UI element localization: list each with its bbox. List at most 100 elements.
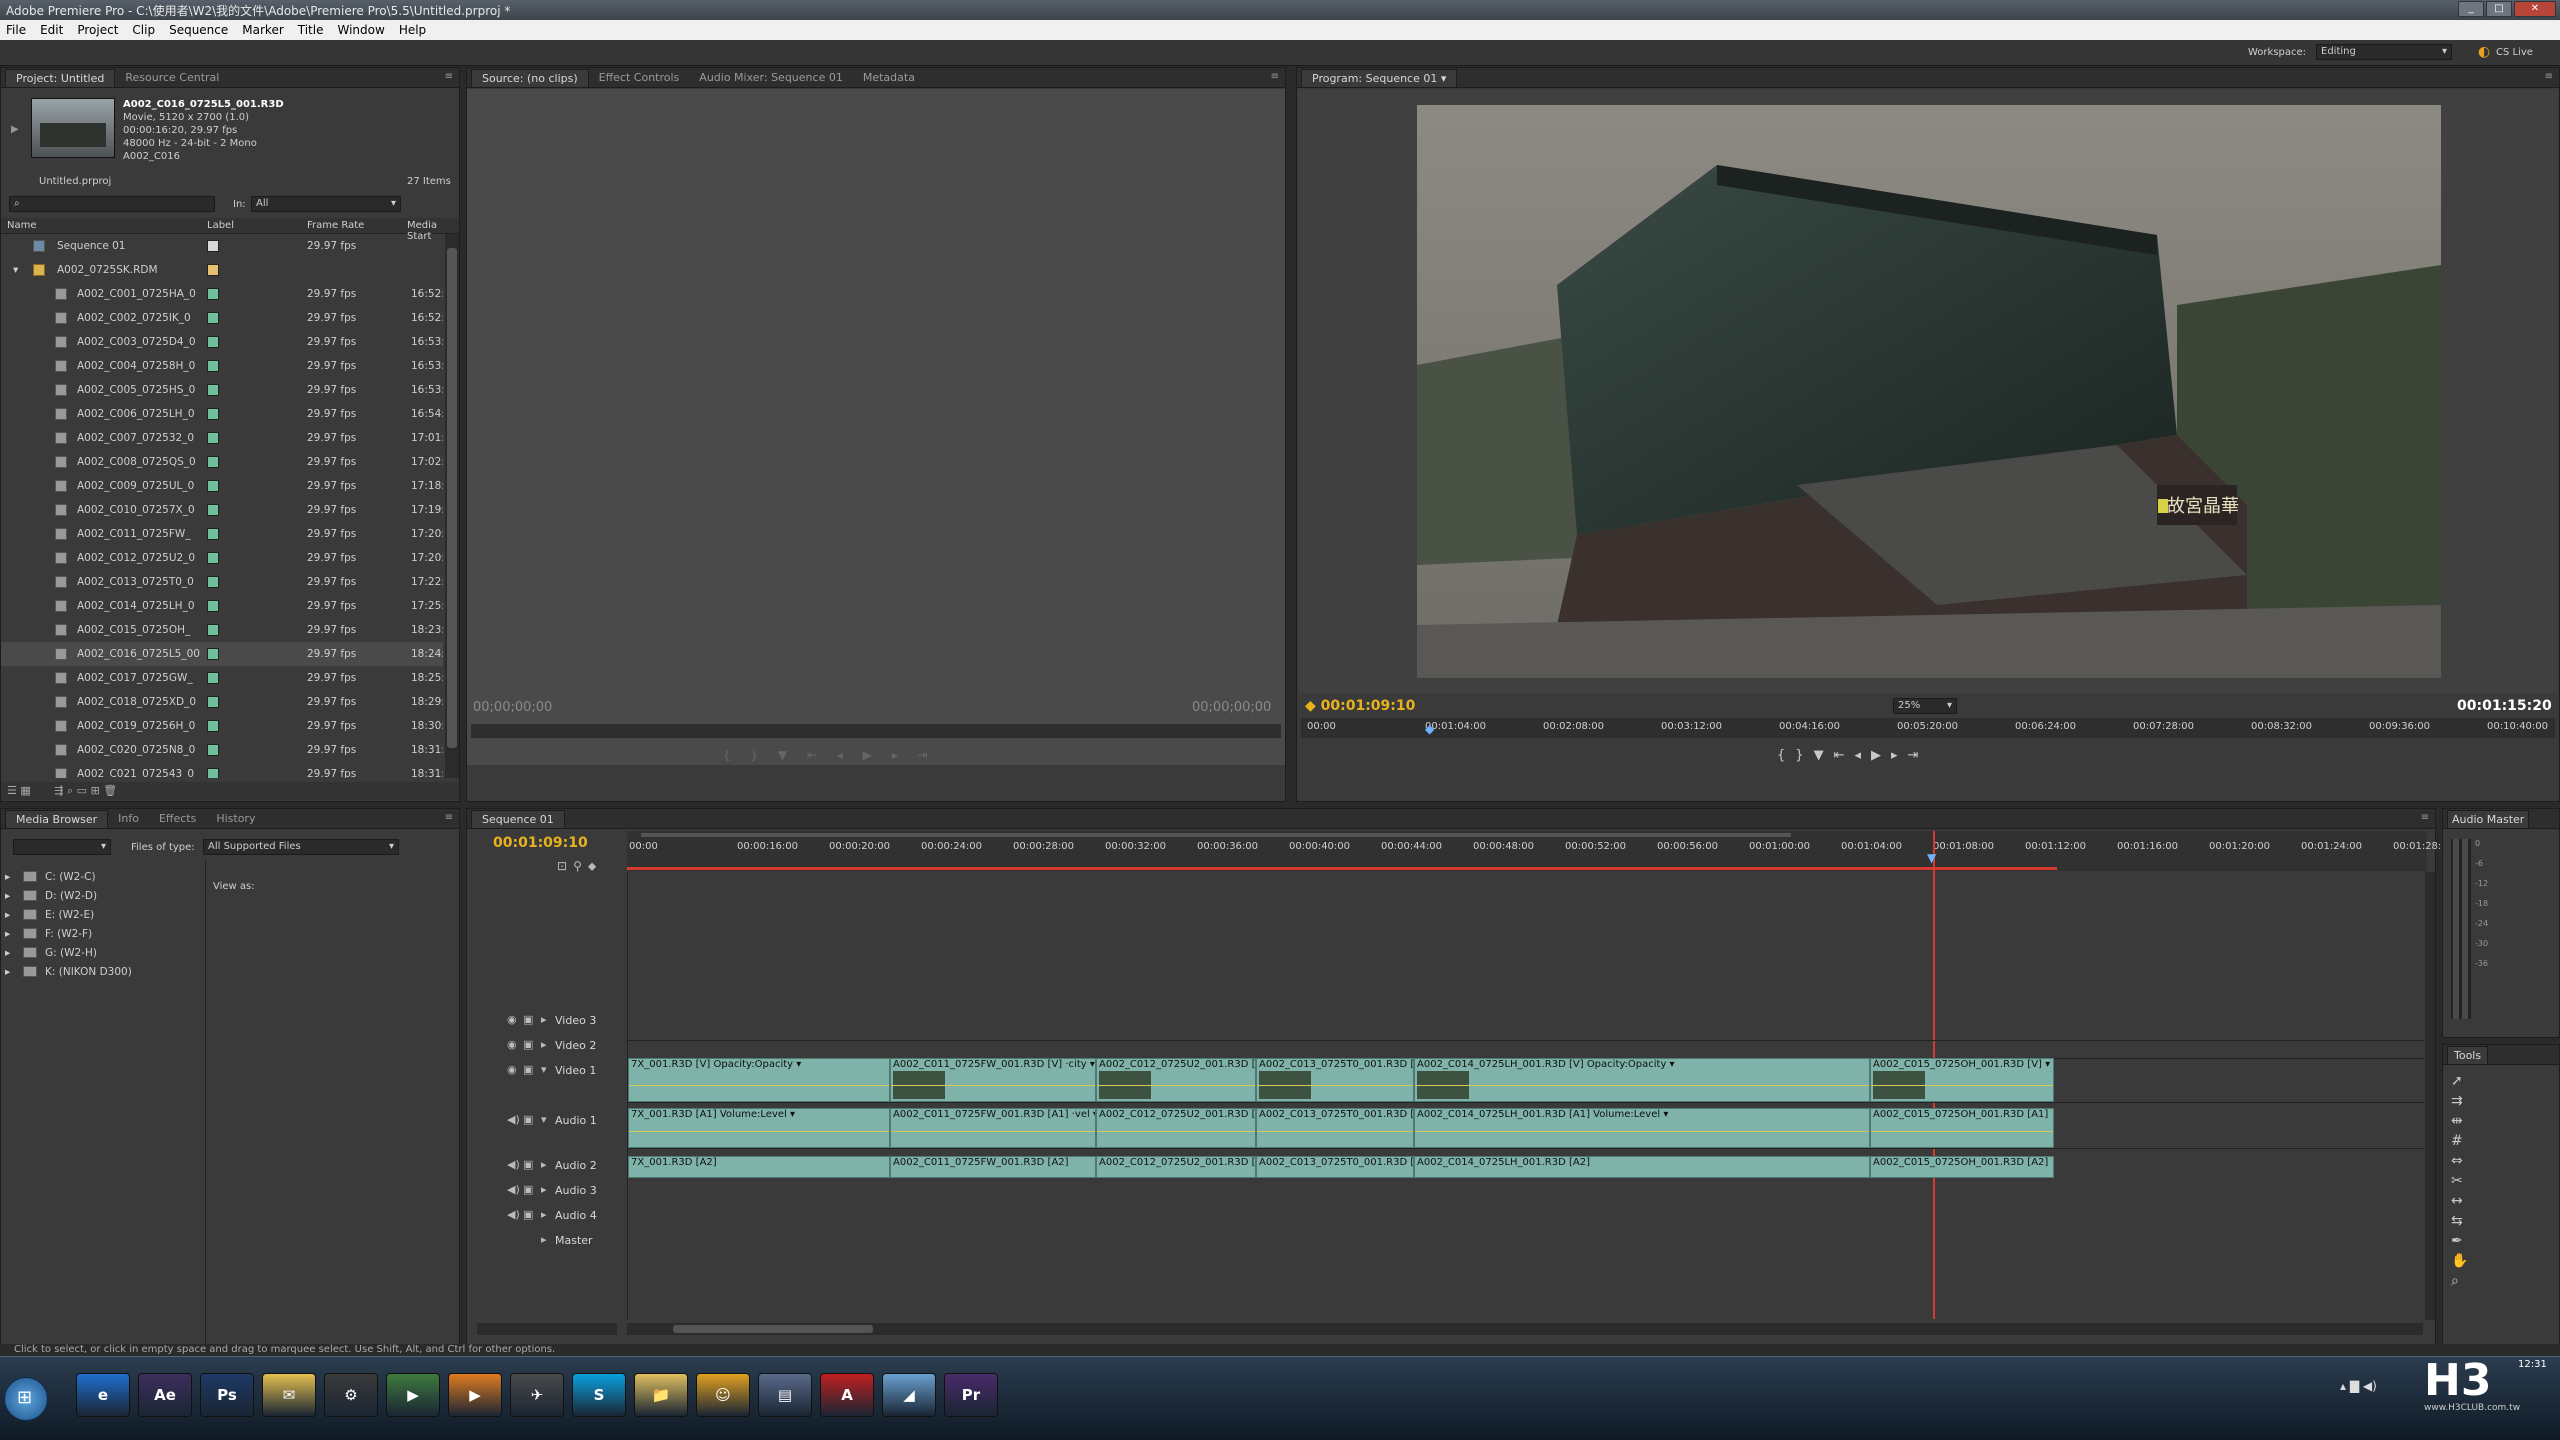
project-clip-row[interactable]: A002_C017_0725GW_ 29.97 fps 18:25:	[1, 666, 443, 690]
pen-tool-icon[interactable]: ✒	[2451, 1231, 2471, 1251]
slip-tool-icon[interactable]: ↔	[2451, 1191, 2471, 1211]
lock-track-icon[interactable]: ▣	[523, 1208, 533, 1221]
audio-clip[interactable]: 7X_001.R3D [A1] Volume:Level ▾	[628, 1108, 890, 1148]
expand-triangle-icon[interactable]: ▸	[541, 1038, 547, 1051]
project-clip-row[interactable]: A002_C009_0725UL_0 29.97 fps 17:18:	[1, 474, 443, 498]
drive-item[interactable]: ▸ C: (W2-C)	[5, 869, 201, 888]
messenger-icon[interactable]: ☺	[696, 1373, 750, 1417]
video-clip[interactable]: A002_C011_0725FW_001.R3D [V] ·city ▾	[890, 1058, 1096, 1102]
minimize-button[interactable]: _	[2458, 1, 2484, 17]
lock-track-icon[interactable]: ▣	[523, 1038, 533, 1051]
selection-tool-icon[interactable]: ➚	[2451, 1071, 2471, 1091]
track-header[interactable]: ◉ ▣ ▾ Video 1	[507, 1063, 625, 1083]
audio-clip[interactable]: A002_C013_0725T0_001.R3D [A1]	[1256, 1108, 1414, 1148]
track-header[interactable]: ◉ ▣ ▸ Video 2	[507, 1038, 625, 1058]
audio-clip[interactable]: A002_C011_0725FW_001.R3D [A1] ·vel ▾	[890, 1108, 1096, 1148]
expand-triangle-icon[interactable]: ▸	[5, 947, 10, 959]
project-clip-row[interactable]: A002_C019_07256H_0 29.97 fps 18:30:	[1, 714, 443, 738]
project-clip-row[interactable]: A002_C006_0725LH_0 29.97 fps 16:54:	[1, 402, 443, 426]
track-header[interactable]: ◀) ▣ ▸ Audio 3	[507, 1183, 625, 1203]
program-current-timecode[interactable]: ◆ 00:01:09:10	[1305, 698, 1415, 714]
add-marker-icon[interactable]: ⬥	[588, 859, 602, 873]
source-timecode-in[interactable]: 00;00;00;00	[473, 700, 552, 715]
program-time-ruler[interactable]: 00:00 00:01:04:00 00:02:08:00 00:03:12:00 00…	[1301, 718, 2555, 738]
mark-in-icon[interactable]: {	[1777, 748, 1795, 763]
folder-row[interactable]: ▾ A002_0725SK.RDM	[1, 258, 443, 282]
acrobat-icon[interactable]: A	[820, 1373, 874, 1417]
video-player-icon[interactable]: ▶	[448, 1373, 502, 1417]
mail-icon[interactable]: ✉	[262, 1373, 316, 1417]
tray-show-hidden-icon[interactable]: ▴	[2340, 1379, 2346, 1393]
file-explorer-icon[interactable]: 📁	[634, 1373, 688, 1417]
tray-network-icon[interactable]: ▇	[2350, 1379, 2359, 1393]
drive-item[interactable]: ▸ F: (W2-F)	[5, 926, 201, 945]
expand-triangle-icon[interactable]: ▸	[541, 1183, 547, 1196]
opacity-rubberband[interactable]	[1097, 1085, 1255, 1086]
col-label[interactable]: Label	[207, 220, 234, 231]
media-library-icon[interactable]: ▤	[758, 1373, 812, 1417]
lock-track-icon[interactable]: ▣	[523, 1183, 533, 1196]
toggle-track-speaker-icon[interactable]: ◀)	[507, 1208, 520, 1221]
col-frame-rate[interactable]: Frame Rate	[307, 220, 364, 231]
lock-track-icon[interactable]: ▣	[523, 1158, 533, 1171]
expand-triangle-icon[interactable]: ▸	[5, 909, 10, 921]
step-back-icon[interactable]: ◂	[1854, 748, 1871, 763]
tab-sequence[interactable]: Sequence 01	[471, 810, 565, 828]
new-bin-icon[interactable]: ▭	[77, 784, 87, 797]
track-header[interactable]: ◀) ▣ ▸ Audio 2	[507, 1158, 625, 1178]
project-clip-row[interactable]: A002_C015_0725OH_ 29.97 fps 18:23:	[1, 618, 443, 642]
audio-clip[interactable]: A002_C011_0725FW_001.R3D [A2]	[890, 1156, 1096, 1178]
lock-track-icon[interactable]: ▣	[523, 1013, 533, 1026]
volume-rubberband[interactable]	[1257, 1131, 1413, 1132]
go-to-out-icon[interactable]: ⇥	[1908, 748, 1929, 763]
go-to-in-icon[interactable]: ⇤	[1834, 748, 1855, 763]
track-header[interactable]: ◉ ▣ ▸ Video 3	[507, 1013, 625, 1033]
project-clip-row[interactable]: A002_C014_0725LH_0 29.97 fps 17:25:	[1, 594, 443, 618]
hand-tool-icon[interactable]: ✋	[2451, 1251, 2471, 1271]
expand-triangle-icon[interactable]: ▸	[5, 871, 10, 883]
slide-tool-icon[interactable]: ⇆	[2451, 1211, 2471, 1231]
timeline-horizontal-scrollbar[interactable]	[627, 1323, 2423, 1335]
zoom-dropdown[interactable]: 25% ▾	[1893, 698, 1957, 714]
track-header[interactable]: ◀) ▣ ▸ Audio 4	[507, 1208, 625, 1228]
volume-rubberband[interactable]	[1097, 1131, 1255, 1132]
audio-clip[interactable]: A002_C012_0725U2_001.R3D [A1]	[1096, 1108, 1256, 1148]
col-name[interactable]: Name	[7, 220, 37, 231]
timeline-track-area[interactable]: 7X_001.R3D [V] Opacity:Opacity ▾ A002_C01…	[627, 872, 2424, 1320]
collapse-triangle-icon[interactable]: ▾	[13, 264, 18, 276]
expand-triangle-icon[interactable]: ▸	[541, 1158, 547, 1171]
drive-item[interactable]: ▸ G: (W2-H)	[5, 945, 201, 964]
close-button[interactable]: ✕	[2514, 1, 2556, 17]
drive-item[interactable]: ▸ D: (W2-D)	[5, 888, 201, 907]
project-clip-row[interactable]: A002_C011_0725FW_ 29.97 fps 17:20:	[1, 522, 443, 546]
project-clip-row[interactable]: A002_C010_07257X_0 29.97 fps 17:19:	[1, 498, 443, 522]
audio-clip[interactable]: A002_C014_0725LH_001.R3D [A2]	[1414, 1156, 1870, 1178]
toggle-track-speaker-icon[interactable]: ◀)	[507, 1113, 520, 1126]
project-clip-row[interactable]: A002_C016_0725L5_00 29.97 fps 18:24:	[1, 642, 443, 666]
panel-menu-icon[interactable]: ≡	[445, 812, 453, 823]
expand-triangle-icon[interactable]: ▸	[5, 928, 10, 940]
tab-source[interactable]: Source: (no clips)	[471, 69, 589, 87]
tab-tools[interactable]: Tools	[2447, 1046, 2489, 1064]
project-clip-row[interactable]: A002_C008_0725QS_0 29.97 fps 17:02:	[1, 450, 443, 474]
project-clip-row[interactable]: A002_C005_0725HS_0 29.97 fps 16:53:	[1, 378, 443, 402]
play-icon[interactable]: ▶	[1871, 748, 1891, 763]
audio-clip[interactable]: A002_C015_0725OH_001.R3D [A2]	[1870, 1156, 2054, 1178]
automate-icon[interactable]: ⇶	[54, 784, 63, 797]
list-view-icon[interactable]: ☰	[7, 784, 17, 797]
project-scrollbar[interactable]	[445, 234, 459, 778]
opacity-rubberband[interactable]	[891, 1085, 1095, 1086]
media-player-icon[interactable]: ▶	[386, 1373, 440, 1417]
ripple-edit-tool-icon[interactable]: ⇹	[2451, 1111, 2471, 1131]
expand-triangle-open-icon[interactable]: ▾	[541, 1063, 547, 1076]
network-icon[interactable]: ✈	[510, 1373, 564, 1417]
project-clip-row[interactable]: A002_C021_072543_0 29.97 fps 18:31:	[1, 762, 443, 778]
delete-icon[interactable]: 🗑	[103, 784, 117, 797]
opacity-rubberband[interactable]	[1257, 1085, 1413, 1086]
set-marker-icon[interactable]: ⚲	[573, 859, 588, 873]
audio-clip[interactable]: A002_C013_0725T0_001.R3D [A2]	[1256, 1156, 1414, 1178]
snap-icon[interactable]: ⊡	[557, 859, 573, 873]
audio-clip[interactable]: A002_C015_0725OH_001.R3D [A1]	[1870, 1108, 2054, 1148]
tab-audio-master[interactable]: Audio Master	[2447, 810, 2530, 828]
panel-menu-icon[interactable]: ≡	[2545, 71, 2553, 82]
